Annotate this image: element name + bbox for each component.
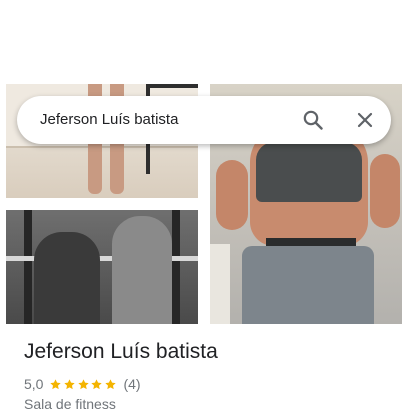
photo-door: [210, 244, 230, 324]
photo-rack-right: [172, 210, 180, 324]
photo-arm-right: [370, 154, 400, 228]
place-title: Jeferson Luís batista: [24, 340, 218, 363]
search-query-text[interactable]: Jeferson Luís batista: [40, 96, 178, 144]
rating-value: 5,0: [24, 376, 44, 392]
star-icon: [50, 378, 62, 389]
star-icon: [105, 378, 116, 389]
photo-leggings: [242, 246, 374, 324]
star-icon: [91, 378, 102, 389]
photo-arm-left: [216, 160, 248, 230]
photo-person-front: [112, 216, 172, 324]
close-icon[interactable]: [353, 108, 377, 132]
search-icon[interactable]: [301, 108, 325, 132]
review-count[interactable]: (4): [123, 376, 140, 392]
photo-person-back: [34, 232, 100, 324]
gallery-photo-gym[interactable]: [6, 210, 198, 324]
star-rating: [49, 378, 117, 391]
search-bar[interactable]: Jeferson Luís batista: [17, 96, 391, 144]
photo-rack-left: [24, 210, 32, 324]
star-icon: [64, 378, 75, 389]
photo-sports-bra: [256, 142, 362, 202]
place-category: Sala de fitness: [24, 396, 116, 412]
star-icon: [78, 378, 89, 389]
rating-row[interactable]: 5,0 (4): [24, 375, 141, 393]
